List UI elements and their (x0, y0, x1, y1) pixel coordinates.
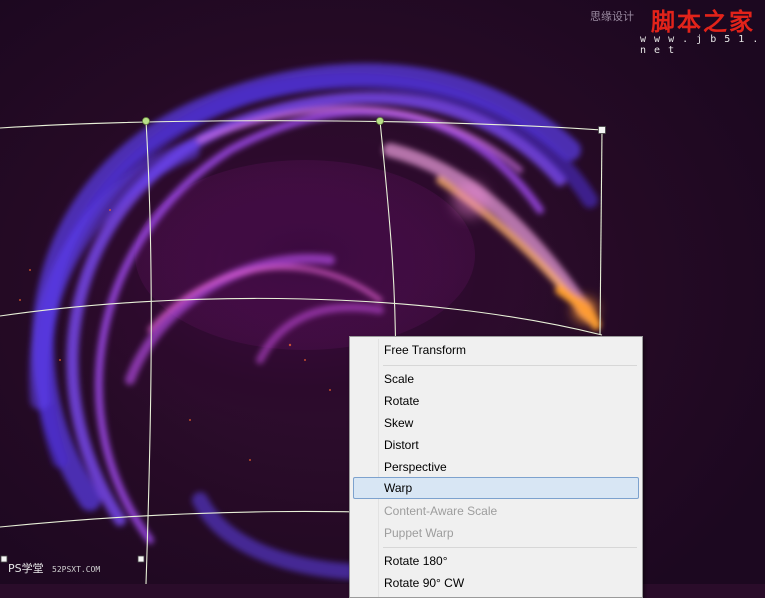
menu-item-label: Free Transform (384, 343, 467, 357)
menu-item-warp[interactable]: Warp (353, 477, 639, 499)
menu-item-distort[interactable]: Distort (353, 434, 637, 456)
menu-item-rotate[interactable]: Rotate (353, 390, 637, 412)
logo-url: 52PSXT.COM (52, 565, 101, 574)
menu-item-rotate-180[interactable]: Rotate 180° (353, 550, 637, 572)
menu-item-scale[interactable]: Scale (353, 368, 637, 390)
menu-item-label: Rotate (384, 394, 420, 408)
watermark-small-text: 思缘设计 (590, 10, 634, 23)
menu-item-label: Puppet Warp (384, 526, 454, 540)
menu-item-free-transform[interactable]: Free Transform (353, 339, 637, 361)
menu-item-skew[interactable]: Skew (353, 412, 637, 434)
menu-separator (383, 365, 637, 366)
menu-separator (383, 547, 637, 548)
menu-item-label: Distort (384, 438, 419, 452)
watermark-url: w w w . j b 5 1 . n e t (640, 34, 760, 56)
menu-item-label: Perspective (384, 460, 447, 474)
menu-item-label: Rotate 90° CW (384, 576, 465, 590)
menu-item-perspective[interactable]: Perspective (353, 456, 637, 478)
menu-item-label: Content-Aware Scale (384, 504, 498, 518)
menu-item-label: Rotate 180° (384, 554, 448, 568)
transform-context-menu: Free Transform Scale Rotate Skew Distort… (349, 336, 643, 598)
watermark-site-name: 脚本之家 (651, 7, 755, 36)
ps-logo: PS学堂 (8, 562, 44, 575)
menu-item-label: Warp (384, 481, 413, 495)
menu-item-content-aware-scale[interactable]: Content-Aware Scale (353, 500, 637, 522)
menu-item-label: Skew (384, 416, 414, 430)
menu-item-label: Scale (384, 372, 415, 386)
menu-item-rotate-90-cw[interactable]: Rotate 90° CW (353, 572, 637, 594)
menu-item-puppet-warp[interactable]: Puppet Warp (353, 522, 637, 544)
